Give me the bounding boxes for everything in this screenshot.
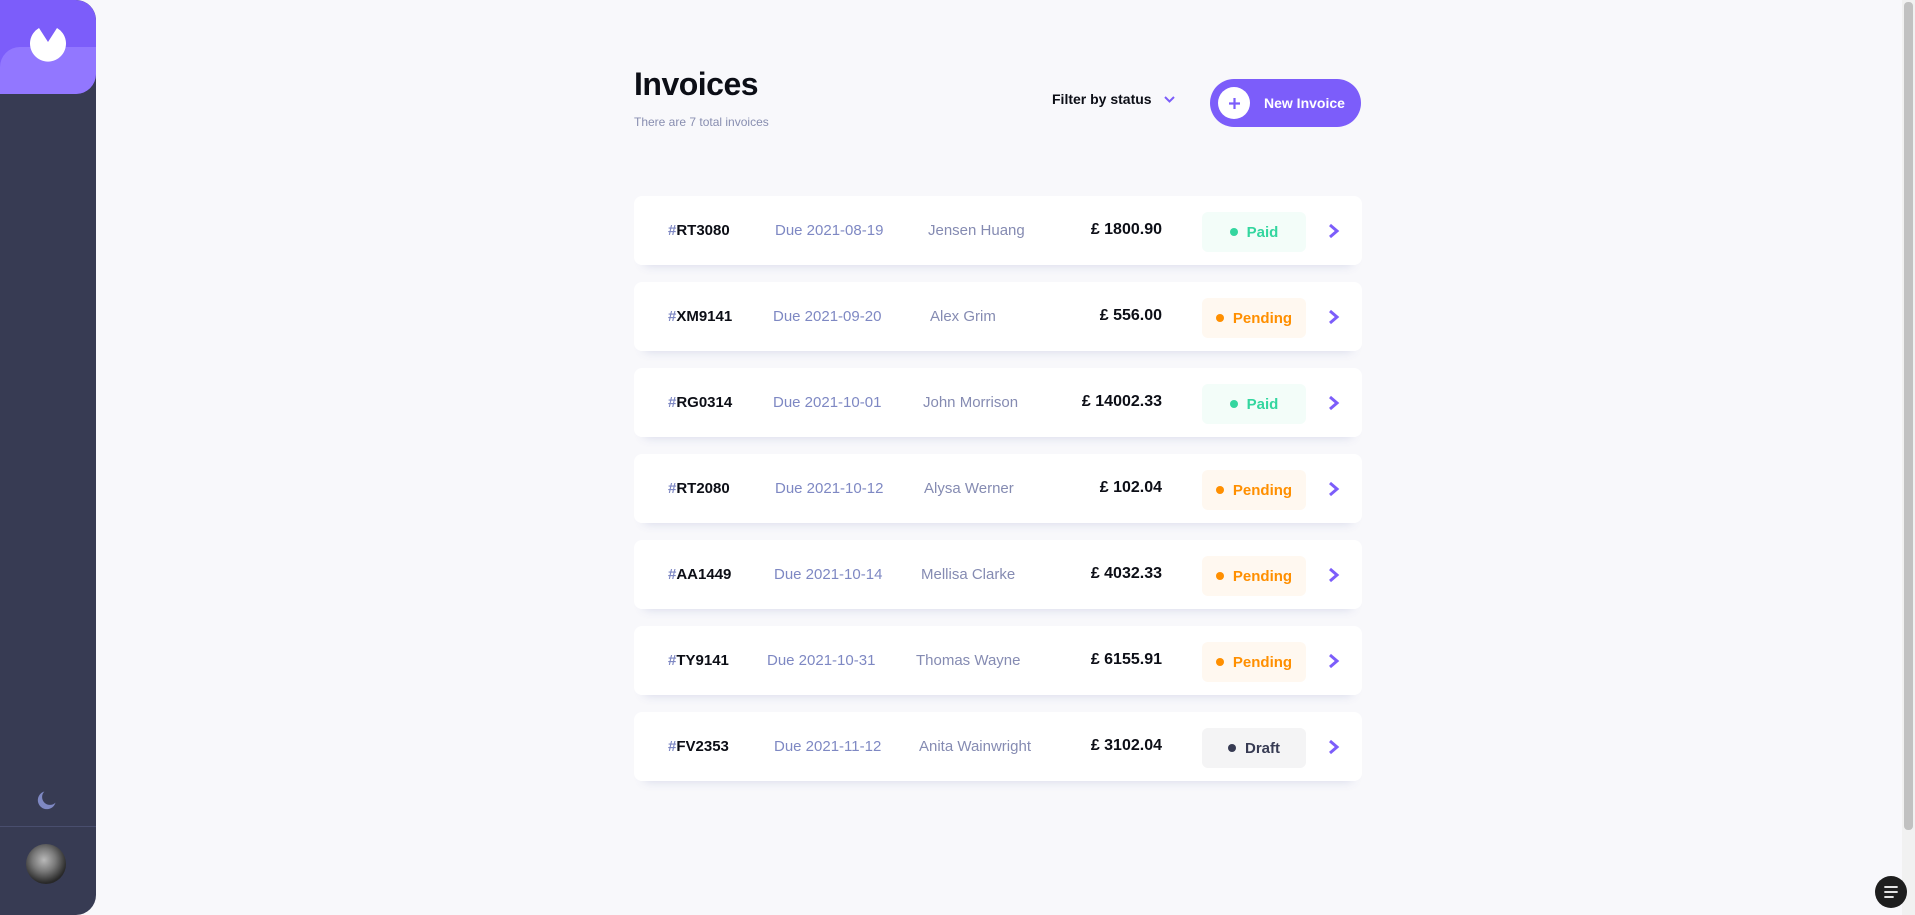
invoice-amount: £ 6155.91 xyxy=(1090,651,1162,668)
invoice-id: #XM9141 xyxy=(668,308,732,325)
invoice-client-name: Jensen Huang xyxy=(928,222,1025,239)
invoice-due-date: Due 2021-10-31 xyxy=(767,652,876,669)
invoice-id: #FV2353 xyxy=(668,738,729,755)
invoice-due-date: Due 2021-11-12 xyxy=(774,738,882,755)
invoice-id: #AA1449 xyxy=(668,566,731,583)
invoice-list: #RT3080 Due 2021-08-19 Jensen Huang £ 18… xyxy=(634,196,1362,798)
invoice-id: #RT2080 xyxy=(668,480,730,497)
status-dot xyxy=(1215,486,1224,494)
invoice-amount: £ 102.04 xyxy=(1099,479,1162,496)
chevron-right-icon xyxy=(1329,223,1340,239)
theme-toggle-button[interactable] xyxy=(36,789,60,813)
chevron-right-icon xyxy=(1329,481,1340,497)
filter-by-status-dropdown[interactable]: Filter by status xyxy=(1052,91,1175,107)
status-label: Pending xyxy=(1232,653,1293,671)
invoice-row[interactable]: #RT3080 Due 2021-08-19 Jensen Huang £ 18… xyxy=(634,196,1362,265)
status-dot xyxy=(1215,572,1224,580)
invoice-row[interactable]: #FV2353 Due 2021-11-12 Anita Wainwright … xyxy=(634,712,1362,781)
scrollbar-thumb[interactable] xyxy=(1904,2,1913,830)
invoice-count-text: There are 7 total invoices xyxy=(634,115,769,129)
invoice-id-value: TY9141 xyxy=(676,652,729,669)
chevron-right-icon xyxy=(1329,395,1340,411)
invoice-row[interactable]: #XM9141 Due 2021-09-20 Alex Grim £ 556.0… xyxy=(634,282,1362,351)
invoice-id: #TY9141 xyxy=(668,652,729,669)
status-dot xyxy=(1229,400,1238,408)
invoice-id-value: FV2353 xyxy=(676,738,729,755)
status-label: Pending xyxy=(1232,567,1293,585)
invoice-due-date: Due 2021-10-12 xyxy=(775,480,884,497)
invoice-due-date: Due 2021-10-01 xyxy=(773,394,882,411)
invoice-amount: £ 14002.33 xyxy=(1081,393,1162,410)
status-dot xyxy=(1215,314,1224,322)
invoice-row[interactable]: #RT2080 Due 2021-10-12 Alysa Werner £ 10… xyxy=(634,454,1362,523)
chevron-right-icon xyxy=(1329,653,1340,669)
invoice-client-name: Alysa Werner xyxy=(924,480,1014,497)
page-title: Invoices xyxy=(634,66,759,102)
plus-icon xyxy=(1218,87,1250,119)
invoice-client-name: Mellisa Clarke xyxy=(921,566,1016,583)
invoice-amount: £ 4032.33 xyxy=(1090,565,1162,582)
status-dot xyxy=(1215,658,1224,666)
status-badge: Draft xyxy=(1202,728,1306,768)
status-badge: Pending xyxy=(1202,556,1306,596)
corner-menu-button[interactable] xyxy=(1875,876,1907,908)
invoice-id-value: AA1449 xyxy=(676,566,732,583)
moon-icon xyxy=(37,791,56,810)
status-badge: Paid xyxy=(1202,212,1306,252)
logo[interactable] xyxy=(0,0,96,94)
invoice-id: #RG0314 xyxy=(668,394,732,411)
new-invoice-button[interactable]: New Invoice xyxy=(1210,79,1361,127)
chevron-right-icon xyxy=(1329,739,1340,755)
new-invoice-label: New Invoice xyxy=(1264,95,1345,111)
status-badge: Pending xyxy=(1202,642,1306,682)
status-badge: Pending xyxy=(1202,298,1306,338)
status-label: Paid xyxy=(1246,395,1279,413)
invoice-id-value: RT2080 xyxy=(676,480,730,497)
sidebar xyxy=(0,0,96,915)
logo-icon xyxy=(30,28,66,62)
status-badge: Pending xyxy=(1202,470,1306,510)
invoice-id-value: RG0314 xyxy=(676,394,733,411)
invoice-due-date: Due 2021-09-20 xyxy=(773,308,882,325)
avatar[interactable] xyxy=(26,844,66,884)
invoice-id: #RT3080 xyxy=(668,222,730,239)
menu-icon xyxy=(1884,886,1898,898)
invoice-amount: £ 3102.04 xyxy=(1090,737,1162,754)
chevron-right-icon xyxy=(1329,567,1340,583)
invoices-header: Invoices There are 7 total invoices Filt… xyxy=(634,66,1362,130)
invoice-due-date: Due 2021-08-19 xyxy=(775,222,884,239)
sidebar-divider xyxy=(0,826,96,827)
status-label: Draft xyxy=(1244,739,1280,757)
page-scrollbar[interactable] xyxy=(1902,0,1915,915)
status-dot xyxy=(1227,744,1236,752)
invoice-amount: £ 1800.90 xyxy=(1090,221,1162,238)
invoice-row[interactable]: #RG0314 Due 2021-10-01 John Morrison £ 1… xyxy=(634,368,1362,437)
status-label: Pending xyxy=(1232,309,1293,327)
status-label: Pending xyxy=(1232,481,1293,499)
chevron-down-icon xyxy=(1163,95,1175,103)
status-badge: Paid xyxy=(1202,384,1306,424)
status-dot xyxy=(1229,228,1238,236)
invoice-row[interactable]: #TY9141 Due 2021-10-31 Thomas Wayne £ 61… xyxy=(634,626,1362,695)
filter-label: Filter by status xyxy=(1052,91,1152,107)
invoice-due-date: Due 2021-10-14 xyxy=(774,566,883,583)
invoice-amount: £ 556.00 xyxy=(1099,307,1162,324)
invoice-client-name: Anita Wainwright xyxy=(919,738,1031,755)
status-label: Paid xyxy=(1246,223,1279,241)
invoice-client-name: Alex Grim xyxy=(930,308,996,325)
invoice-id-value: XM9141 xyxy=(676,308,733,325)
invoice-row[interactable]: #AA1449 Due 2021-10-14 Mellisa Clarke £ … xyxy=(634,540,1362,609)
chevron-right-icon xyxy=(1329,309,1340,325)
invoice-client-name: Thomas Wayne xyxy=(916,652,1021,669)
invoice-client-name: John Morrison xyxy=(923,394,1019,411)
invoice-id-value: RT3080 xyxy=(676,222,730,239)
